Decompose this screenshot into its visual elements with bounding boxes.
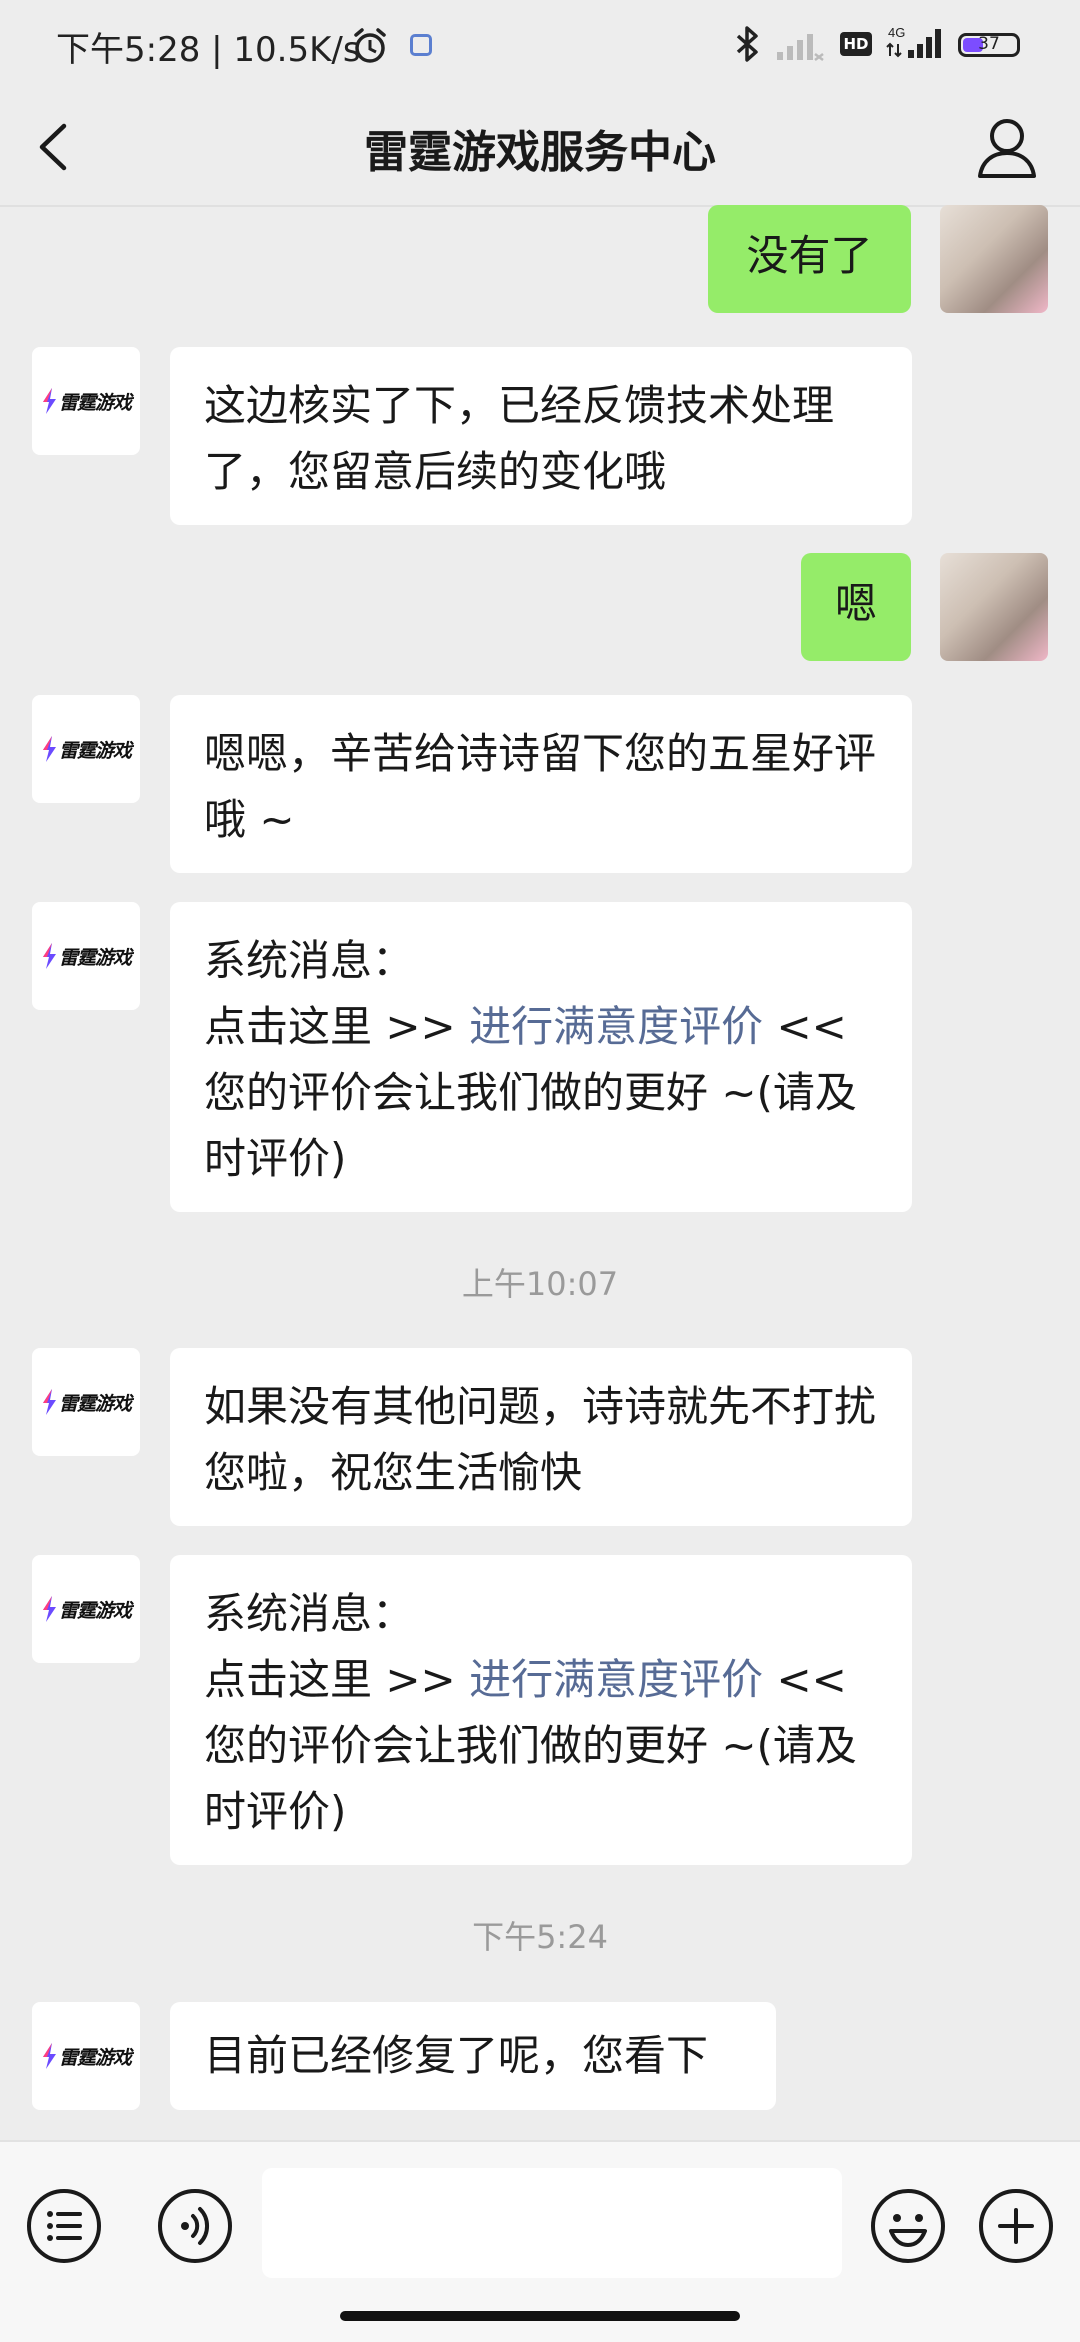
bot-avatar[interactable]: 雷霆游戏: [32, 695, 140, 803]
lightning-logo-icon: [42, 736, 56, 762]
message-text: 这边核实了下，已经反馈技术处理了，您留意后续的变化哦: [204, 381, 835, 496]
timestamp: 下午5:24: [472, 1918, 608, 1956]
signal-weak-icon: [775, 28, 825, 66]
system-message-bubble: 系统消息： 点击这里 >> 进行满意度评价 << 您的评价会让我们做的更好 ~(…: [170, 902, 912, 1212]
logo-text: 雷霆游戏: [58, 1392, 132, 1415]
system-message-prefix: 点击这里 >>: [204, 1002, 470, 1051]
logo-text: 雷霆游戏: [58, 391, 132, 414]
message-text: 嗯嗯，辛苦给诗诗留下您的五星好评哦 ~: [204, 729, 877, 844]
bot-avatar[interactable]: 雷霆游戏: [32, 1348, 140, 1456]
message-bubble-bot[interactable]: 这边核实了下，已经反馈技术处理了，您留意后续的变化哦: [170, 347, 912, 525]
message-bubble-bot[interactable]: 如果没有其他问题，诗诗就先不打扰您啦，祝您生活愉快: [170, 1348, 912, 1526]
system-message-title: 系统消息：: [204, 936, 415, 985]
svg-text:4G: 4G: [888, 25, 905, 40]
logo-text: 雷霆游戏: [58, 946, 132, 969]
plus-icon: [979, 2189, 1053, 2263]
alarm-icon: [350, 26, 390, 70]
lightning-logo-icon: [42, 1596, 56, 1622]
logo-text: 雷霆游戏: [58, 739, 132, 762]
signal-4g-icon: 4G: [884, 24, 950, 68]
bot-avatar[interactable]: 雷霆游戏: [32, 347, 140, 455]
message-bubble-self[interactable]: 没有了: [708, 205, 911, 313]
bluetooth-icon: [730, 24, 764, 68]
message-text: 没有了: [746, 231, 873, 280]
list-menu-icon: [27, 2189, 101, 2263]
message-bubble-bot[interactable]: 嗯嗯，辛苦给诗诗留下您的五星好评哦 ~: [170, 695, 912, 873]
battery-level: 37: [978, 34, 1000, 54]
lightning-logo-icon: [42, 388, 56, 414]
system-message-title: 系统消息：: [204, 1589, 415, 1638]
satisfaction-rating-link[interactable]: 进行满意度评价: [469, 1002, 763, 1051]
message-bubble-self[interactable]: 嗯: [801, 553, 911, 661]
system-message-bubble: 系统消息： 点击这里 >> 进行满意度评价 << 您的评价会让我们做的更好 ~(…: [170, 1555, 912, 1865]
chat-messages: 没有了 雷霆游戏 这边核实了下，已经反馈技术处理了，您留意后续的变化哦 嗯 雷霆…: [0, 205, 1080, 2140]
message-text: 目前已经修复了呢，您看下: [204, 2031, 709, 2080]
battery-icon: 37: [958, 33, 1020, 57]
logo-text: 雷霆游戏: [58, 2046, 132, 2069]
home-indicator[interactable]: [340, 2311, 740, 2321]
system-message-body: 点击这里 >> 进行满意度评价 << 您的评价会让我们做的更好 ~(请及时评价): [204, 994, 878, 1192]
hd-badge: HD: [840, 32, 872, 56]
profile-button[interactable]: [972, 110, 1042, 186]
bot-avatar[interactable]: 雷霆游戏: [32, 2002, 140, 2110]
status-bar: 下午5:28 | 10.5K/s HD 4G 37: [0, 0, 1080, 90]
emoji-button[interactable]: [868, 2186, 948, 2266]
menu-button[interactable]: [24, 2186, 104, 2266]
chat-header: 雷霆游戏服务中心: [0, 90, 1080, 207]
user-icon: [978, 119, 1036, 178]
bot-avatar[interactable]: 雷霆游戏: [32, 902, 140, 1010]
bot-avatar[interactable]: 雷霆游戏: [32, 1555, 140, 1663]
logo-text: 雷霆游戏: [58, 1599, 132, 1622]
timestamp: 上午10:07: [461, 1265, 619, 1303]
system-message-body: 点击这里 >> 进行满意度评价 << 您的评价会让我们做的更好 ~(请及时评价): [204, 1647, 878, 1845]
lightning-logo-icon: [42, 1389, 56, 1415]
message-bubble-bot[interactable]: 目前已经修复了呢，您看下: [170, 2002, 776, 2110]
voice-button[interactable]: [155, 2186, 235, 2266]
emoji-icon: [871, 2189, 945, 2263]
page-title: 雷霆游戏服务中心: [364, 127, 716, 178]
satisfaction-rating-link[interactable]: 进行满意度评价: [469, 1655, 763, 1704]
system-message-prefix: 点击这里 >>: [204, 1655, 470, 1704]
user-avatar[interactable]: [940, 205, 1048, 313]
message-text: 如果没有其他问题，诗诗就先不打扰您啦，祝您生活愉快: [204, 1382, 877, 1497]
lightning-logo-icon: [42, 2043, 56, 2069]
app-notification-icon: [410, 34, 432, 56]
message-input[interactable]: [262, 2168, 842, 2278]
more-button[interactable]: [976, 2186, 1056, 2266]
lightning-logo-icon: [42, 943, 56, 969]
user-avatar[interactable]: [940, 553, 1048, 661]
message-text: 嗯: [835, 579, 878, 628]
voice-icon: [158, 2189, 232, 2263]
status-time-speed: 下午5:28 | 10.5K/s: [56, 30, 361, 70]
